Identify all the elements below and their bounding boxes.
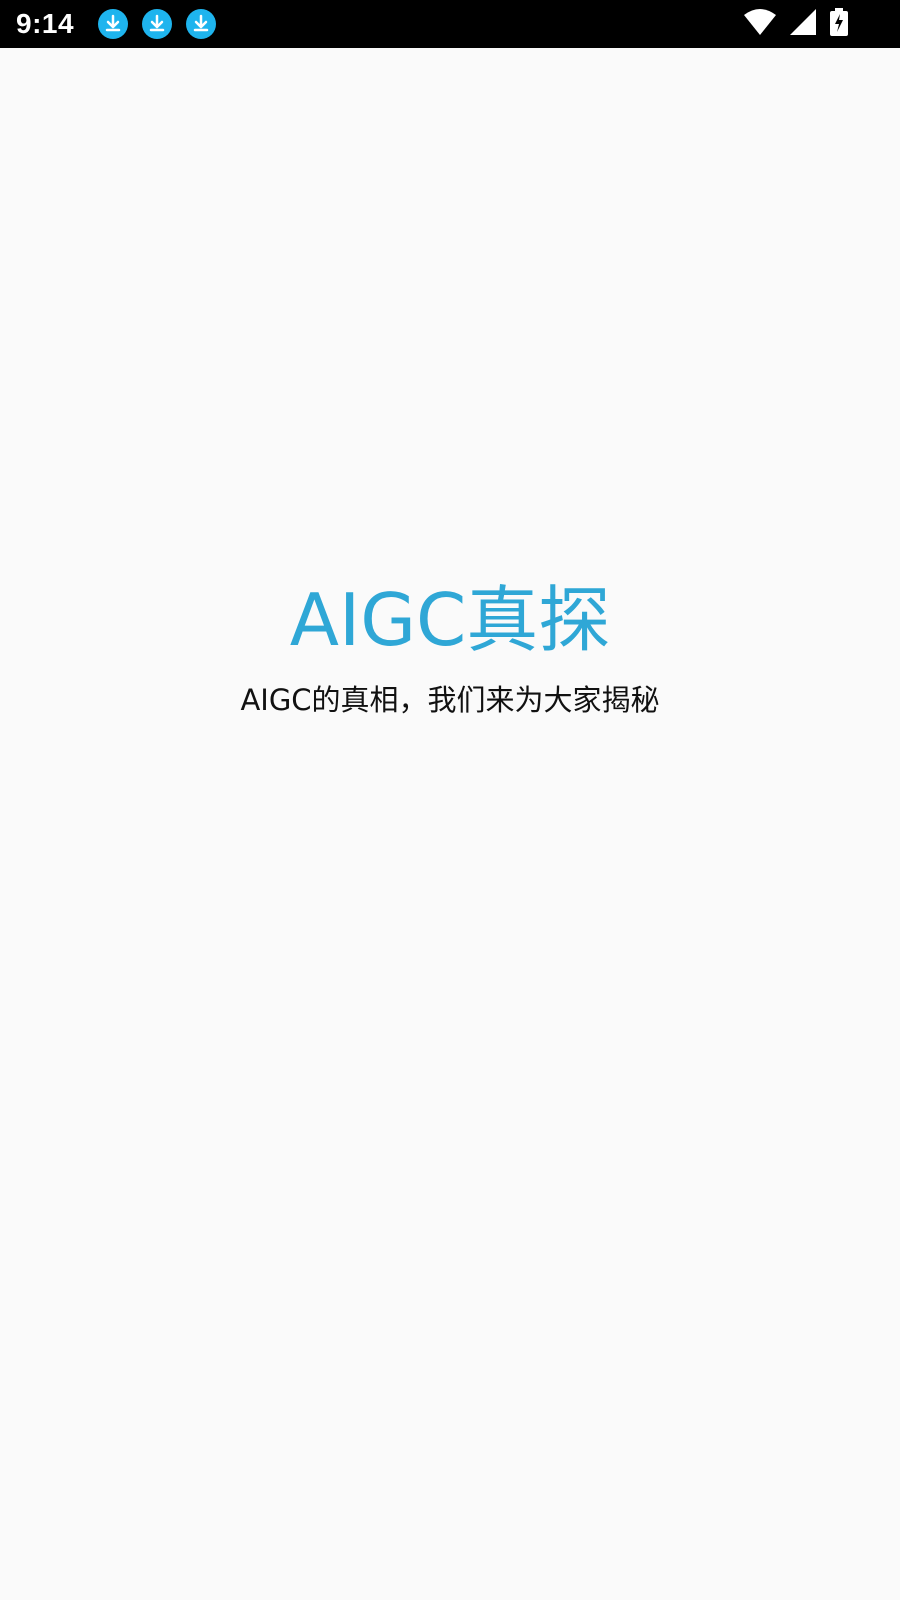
splash-content: AIGC真探 AIGC的真相，我们来为大家揭秘 bbox=[0, 578, 900, 720]
download-icon bbox=[98, 9, 129, 39]
battery-charging-icon bbox=[830, 8, 848, 40]
app-subtitle: AIGC的真相，我们来为大家揭秘 bbox=[240, 683, 660, 717]
download-icon bbox=[142, 9, 173, 39]
status-time: 9:14 bbox=[16, 8, 75, 39]
app-title: AIGC真探 bbox=[289, 578, 611, 662]
download-icon bbox=[186, 9, 217, 39]
cell-signal-icon bbox=[790, 9, 816, 39]
status-bar: 9:14 bbox=[0, 0, 900, 48]
status-right-group bbox=[744, 0, 848, 48]
wifi-icon bbox=[744, 9, 776, 39]
status-left-group: 9:14 bbox=[16, 0, 217, 48]
